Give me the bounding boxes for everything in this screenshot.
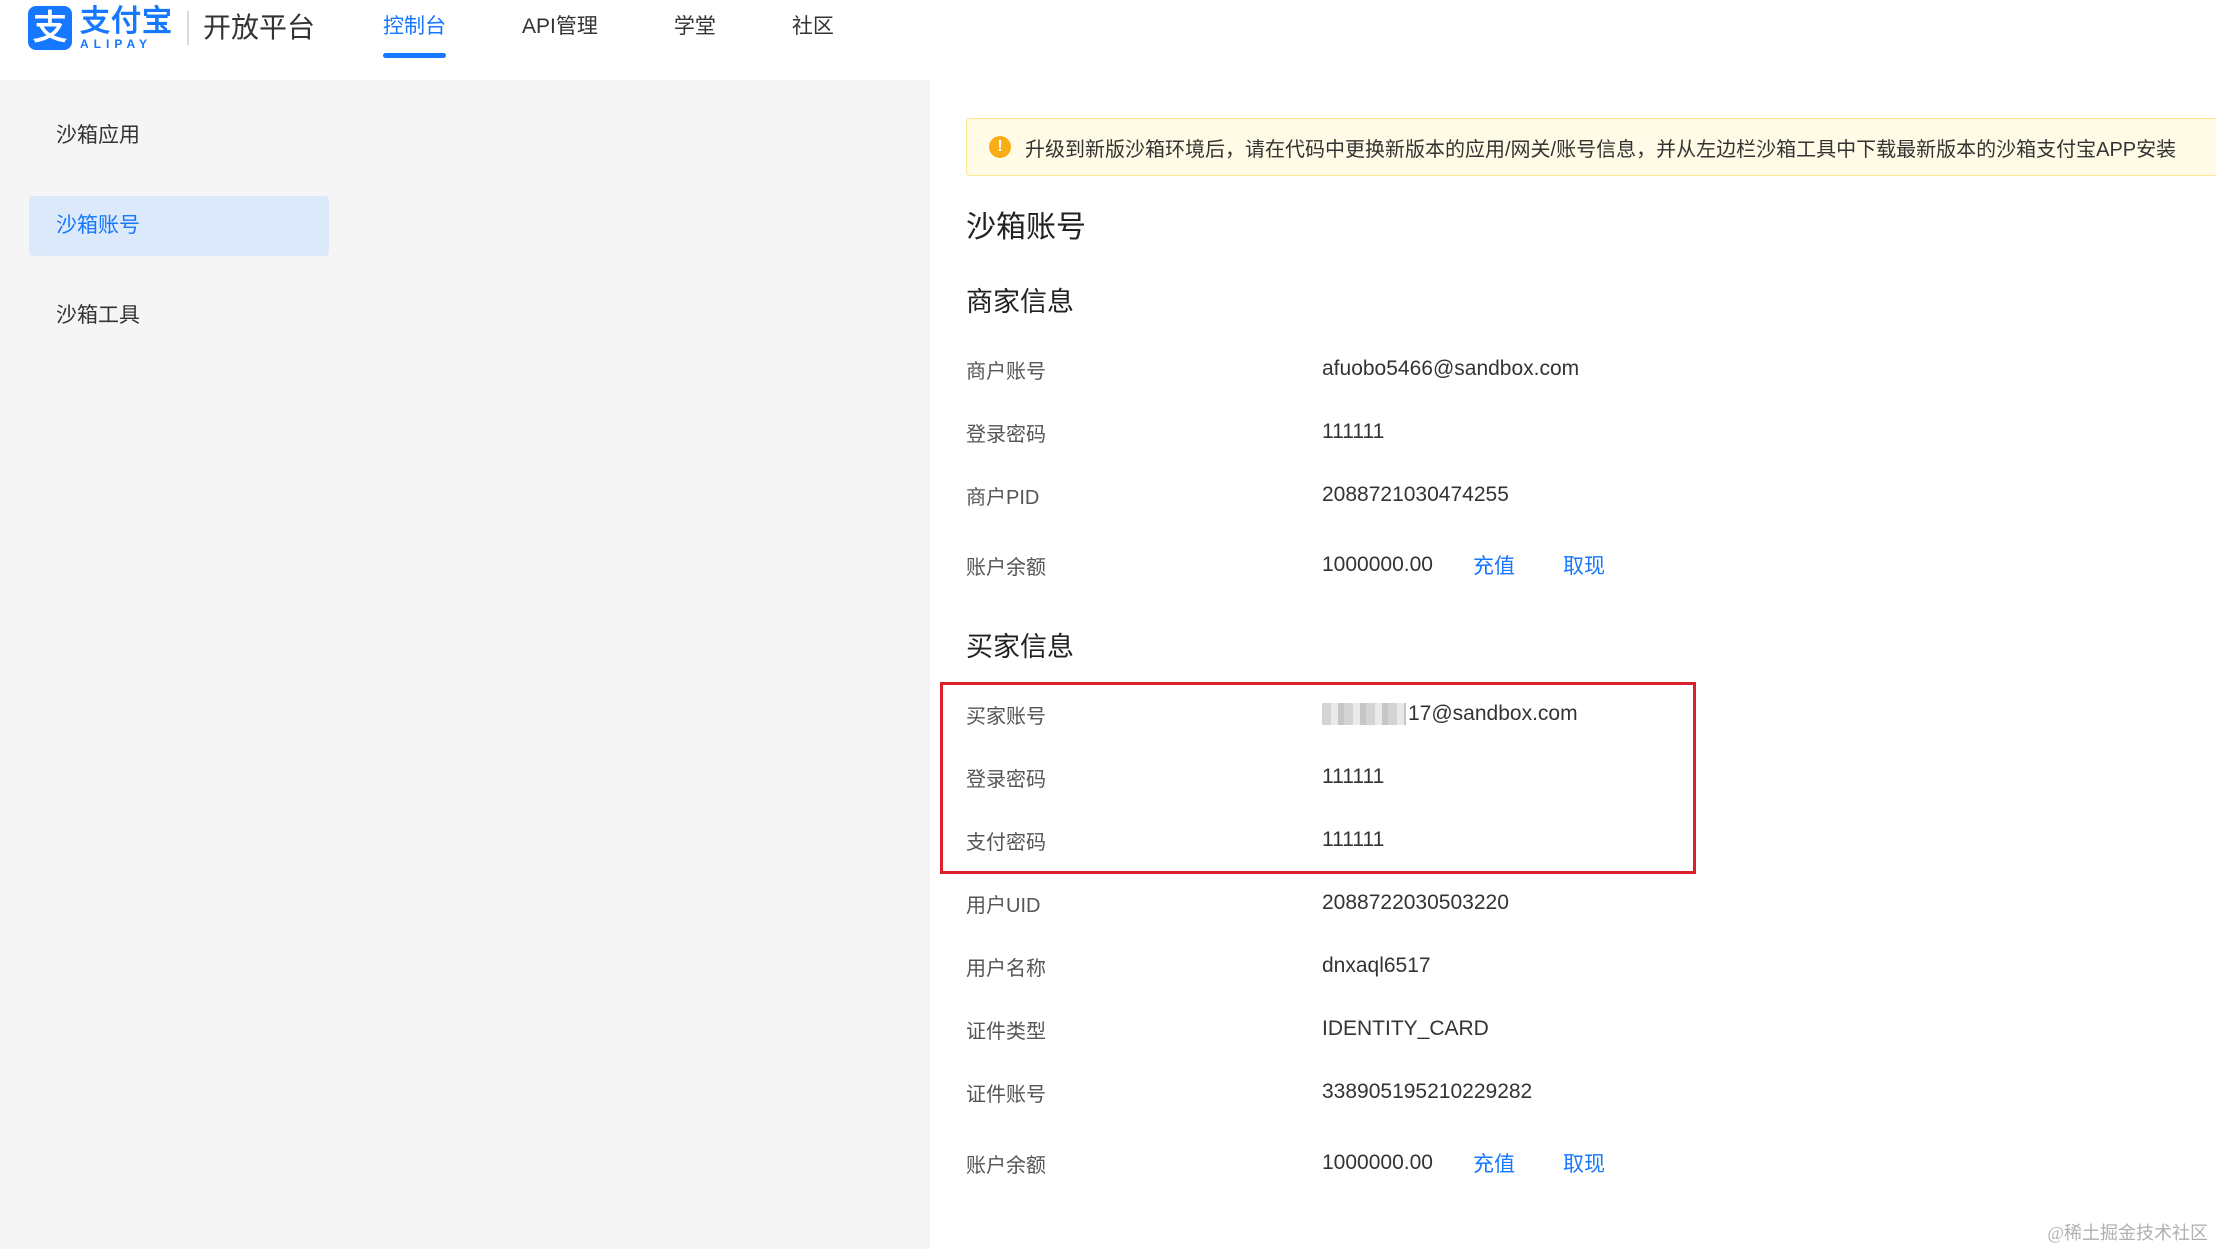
merchant-balance-label: 账户余额: [966, 556, 1046, 579]
buyer-login-password-value: 111111: [1322, 765, 1385, 788]
buyer-id-type-label: 证件类型: [966, 1020, 1046, 1043]
nav-community[interactable]: 社区: [769, 0, 857, 60]
merchant-password-row: 登录密码 111111: [966, 412, 1766, 452]
alipay-logo-icon: 支: [28, 6, 72, 50]
merchant-balance-row: 账户余额 1000000.00 充值 取现: [966, 545, 1766, 585]
buyer-withdraw-link[interactable]: 取现: [1563, 1148, 1605, 1178]
buyer-username-label: 用户名称: [966, 957, 1046, 980]
merchant-password-label: 登录密码: [966, 423, 1046, 446]
buyer-balance-row: 账户余额 1000000.00 充值 取现: [966, 1143, 1766, 1183]
merchant-account-value: afuobo5466@sandbox.com: [1322, 357, 1580, 380]
merchant-pid-label: 商户PID: [966, 486, 1040, 509]
merchant-section-title: 商家信息: [966, 287, 1074, 317]
page-title: 沙箱账号: [966, 211, 1086, 244]
buyer-uid-label: 用户UID: [966, 894, 1041, 917]
buyer-uid-value: 2088722030503220: [1322, 891, 1509, 914]
main-content: ! 升级到新版沙箱环境后，请在代码中更换新版本的应用/网关/账号信息，并从左边栏…: [930, 80, 2216, 1249]
nav-api-management[interactable]: API管理: [499, 0, 621, 60]
logo-text: 支付宝 ALIPAY: [80, 4, 173, 51]
buyer-id-type-row: 证件类型 IDENTITY_CARD: [966, 1009, 1766, 1049]
merchant-balance-value: 1000000.00: [1322, 553, 1433, 576]
buyer-balance-value: 1000000.00: [1322, 1151, 1433, 1174]
buyer-balance-label: 账户余额: [966, 1154, 1046, 1177]
merchant-pid-row: 商户PID 2088721030474255: [966, 475, 1766, 515]
alert-text: 升级到新版沙箱环境后，请在代码中更换新版本的应用/网关/账号信息，并从左边栏沙箱…: [1025, 138, 2177, 161]
merchant-pid-value: 2088721030474255: [1322, 483, 1509, 506]
buyer-uid-row: 用户UID 2088722030503220: [966, 883, 1766, 923]
merchant-withdraw-link[interactable]: 取现: [1563, 550, 1605, 580]
sidebar-item-sandbox-tools[interactable]: 沙箱工具: [29, 286, 329, 346]
buyer-pay-password-label: 支付密码: [966, 831, 1046, 854]
redacted-mask: [1322, 703, 1406, 726]
logo-cn-text: 支付宝: [80, 4, 173, 38]
buyer-id-type-value: IDENTITY_CARD: [1322, 1017, 1489, 1040]
buyer-account-label: 买家账号: [966, 705, 1046, 728]
buyer-id-number-label: 证件账号: [966, 1083, 1046, 1106]
buyer-id-number-value: 338905195210229282: [1322, 1080, 1533, 1103]
sidebar-item-sandbox-app[interactable]: 沙箱应用: [29, 106, 329, 166]
warning-icon: !: [989, 136, 1011, 158]
top-header: 支 支付宝 ALIPAY 开放平台 控制台 API管理 学堂 社区: [0, 0, 2216, 80]
buyer-pay-password-row: 支付密码 111111: [966, 820, 1766, 860]
nav-academy[interactable]: 学堂: [651, 0, 739, 60]
buyer-login-password-label: 登录密码: [966, 768, 1046, 791]
merchant-account-label: 商户账号: [966, 360, 1046, 383]
buyer-account-text: 17@sandbox.com: [1408, 702, 1578, 725]
nav-console[interactable]: 控制台: [360, 0, 469, 60]
sidebar-item-sandbox-account[interactable]: 沙箱账号: [29, 196, 329, 256]
buyer-account-value: 17@sandbox.com: [1322, 702, 1578, 726]
buyer-recharge-link[interactable]: 充值: [1473, 1148, 1515, 1178]
sidebar: 沙箱应用 沙箱账号 沙箱工具: [0, 80, 930, 1249]
watermark: @稀土掘金技术社区: [2047, 1223, 2208, 1243]
logo-en-text: ALIPAY: [80, 36, 153, 51]
platform-title: 开放平台: [203, 12, 316, 43]
buyer-username-value: dnxaql6517: [1322, 954, 1431, 977]
merchant-recharge-link[interactable]: 充值: [1473, 550, 1515, 580]
buyer-account-row: 买家账号 17@sandbox.com: [966, 694, 1766, 734]
alipay-logo[interactable]: 支 支付宝 ALIPAY 开放平台: [28, 5, 315, 51]
top-nav: 控制台 API管理 学堂 社区: [360, 0, 887, 60]
merchant-password-value: 111111: [1322, 420, 1385, 443]
buyer-username-row: 用户名称 dnxaql6517: [966, 946, 1766, 986]
merchant-account-row: 商户账号 afuobo5466@sandbox.com: [966, 349, 1766, 389]
upgrade-alert: ! 升级到新版沙箱环境后，请在代码中更换新版本的应用/网关/账号信息，并从左边栏…: [966, 118, 2216, 176]
buyer-login-password-row: 登录密码 111111: [966, 757, 1766, 797]
buyer-section-title: 买家信息: [966, 632, 1074, 662]
logo-divider: [187, 11, 189, 45]
buyer-id-number-row: 证件账号 338905195210229282: [966, 1072, 1766, 1112]
buyer-pay-password-value: 111111: [1322, 828, 1385, 851]
